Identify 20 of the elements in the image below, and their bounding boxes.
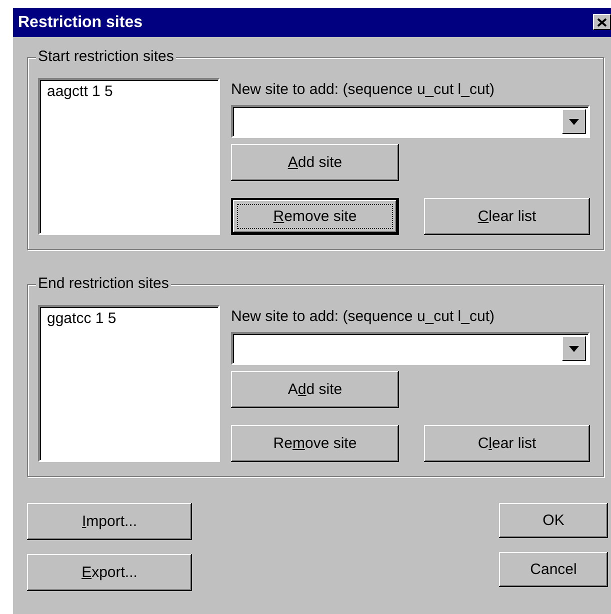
- ok-button[interactable]: OK: [499, 503, 608, 538]
- add-site-button[interactable]: Add site: [231, 144, 399, 181]
- list-item[interactable]: ggatcc 1 5: [45, 310, 213, 328]
- field-label: New site to add: (sequence u_cut l_cut): [231, 308, 496, 326]
- site-list[interactable]: aagctt 1 5: [38, 78, 220, 235]
- site-combo-field[interactable]: [231, 332, 590, 365]
- clear-list-button[interactable]: Clear list: [424, 198, 590, 235]
- window-title: Restriction sites: [18, 14, 142, 32]
- field-label: New site to add: (sequence u_cut l_cut): [231, 81, 496, 99]
- remove-site-button[interactable]: Remove site: [231, 198, 399, 235]
- add-site-button[interactable]: Add site: [231, 371, 399, 408]
- export-button[interactable]: Export...: [27, 554, 192, 591]
- list-item[interactable]: aagctt 1 5: [45, 83, 213, 101]
- site-list[interactable]: ggatcc 1 5: [38, 305, 220, 462]
- cancel-button[interactable]: Cancel: [499, 552, 608, 587]
- clear-list-button[interactable]: Clear list: [424, 425, 590, 462]
- import-button[interactable]: Import...: [27, 503, 192, 540]
- close-icon[interactable]: [593, 14, 611, 30]
- site-combo-field[interactable]: [231, 105, 590, 138]
- remove-site-button[interactable]: Remove site: [231, 425, 399, 462]
